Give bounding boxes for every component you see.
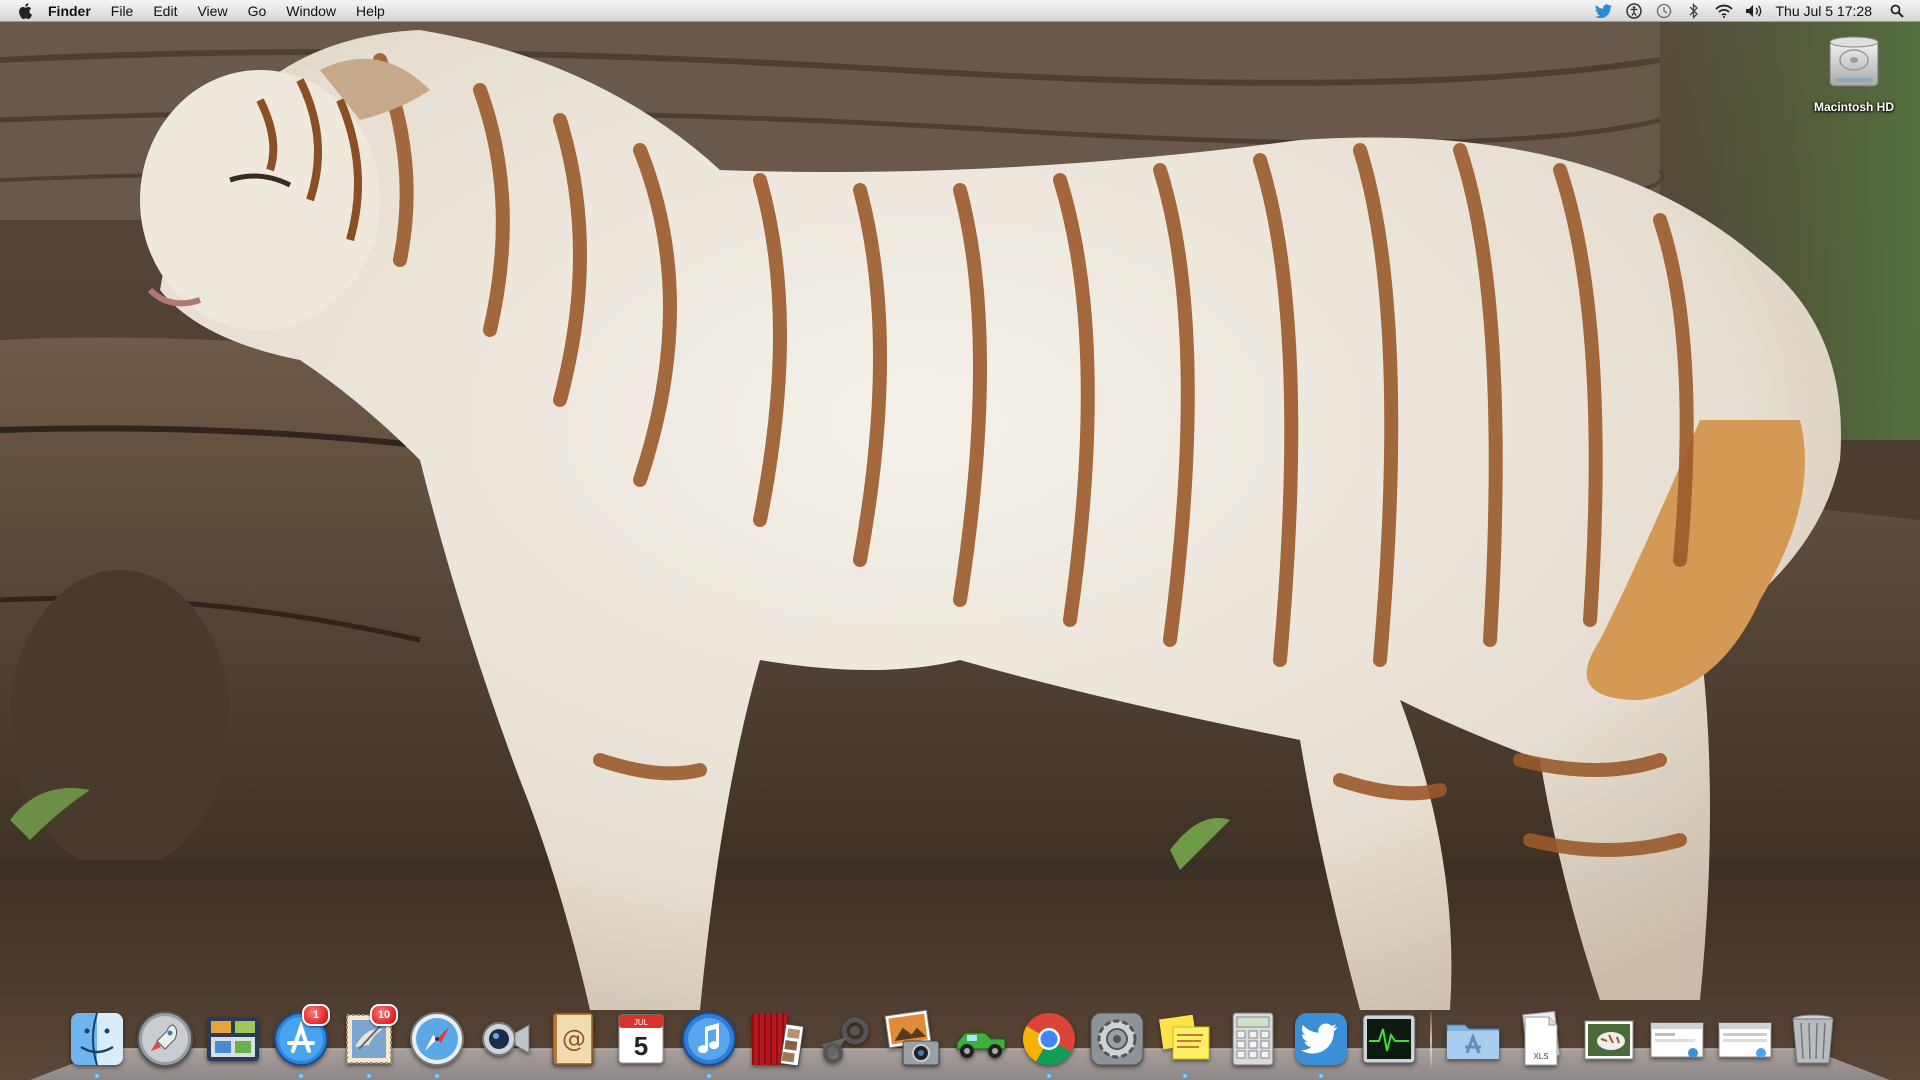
app-menu-finder[interactable]: Finder [46, 0, 101, 22]
apple-menu-icon[interactable] [14, 0, 36, 22]
dock-facetime[interactable] [474, 1008, 536, 1070]
dock-ical[interactable]: JUL 5 [610, 1008, 672, 1070]
finder-icon [71, 1012, 123, 1066]
image-stack-icon [1584, 1020, 1634, 1060]
document-type-label: XLS [1533, 1052, 1548, 1061]
dock-minimized-window-1[interactable] [1646, 1008, 1708, 1070]
hard-drive-icon [1829, 36, 1879, 87]
chrome-icon [1023, 1013, 1075, 1065]
twitter-icon[interactable] [1595, 2, 1613, 20]
menu-file[interactable]: File [101, 0, 144, 22]
activity-monitor-icon [1362, 1014, 1416, 1064]
gear-icon [1090, 1012, 1144, 1066]
desktop-icon-macintosh-hd[interactable]: Macintosh HD [1800, 30, 1908, 114]
mail-badge: 10 [370, 1004, 398, 1026]
calendar-month: JUL [634, 1018, 649, 1027]
dock-truck-game[interactable] [950, 1008, 1012, 1070]
desktop-icon-label: Macintosh HD [1813, 100, 1894, 114]
document-icon: XLS [1522, 1010, 1560, 1066]
app-store-badge: 1 [302, 1004, 330, 1026]
dock-mission-control[interactable] [202, 1008, 264, 1070]
calendar-icon: JUL 5 [618, 1014, 664, 1064]
running-indicator [366, 1073, 372, 1079]
dock-stickies[interactable] [1154, 1008, 1216, 1079]
truck-icon [956, 1032, 1006, 1058]
running-indicator [1182, 1073, 1188, 1079]
compass-icon [410, 1012, 464, 1066]
running-indicator [1046, 1073, 1052, 1079]
calendar-day: 5 [634, 1031, 648, 1061]
trash-icon [1792, 1014, 1834, 1064]
address-book-icon: @ [552, 1012, 594, 1066]
menu-window[interactable]: Window [276, 0, 346, 22]
dock-calculator[interactable] [1222, 1008, 1284, 1070]
time-machine-icon[interactable] [1655, 2, 1673, 20]
bluetooth-icon[interactable] [1685, 2, 1703, 20]
dock-twitter[interactable] [1290, 1008, 1352, 1079]
menu-help[interactable]: Help [346, 0, 395, 22]
menu-view[interactable]: View [187, 0, 237, 22]
dock: 1 10 @ JUL 5 XLS [66, 1000, 1856, 1079]
steam-icon [821, 1017, 869, 1063]
dock-app-store[interactable]: 1 [270, 1004, 332, 1079]
running-indicator [298, 1073, 304, 1079]
dock-applications-folder[interactable] [1442, 1008, 1504, 1070]
dock-system-preferences[interactable] [1086, 1008, 1148, 1070]
music-note-icon [682, 1012, 736, 1066]
svg-text:@: @ [562, 1025, 586, 1053]
running-indicator [706, 1073, 712, 1079]
menu-bar-clock[interactable]: Thu Jul 5 17:28 [1775, 3, 1872, 19]
window-thumbnail-icon [1650, 1022, 1704, 1058]
dock-trash[interactable] [1782, 1008, 1844, 1070]
dock-photo-booth[interactable] [746, 1008, 808, 1070]
dock-itunes[interactable] [678, 1008, 740, 1079]
spotlight-icon[interactable] [1888, 2, 1906, 20]
menu-go[interactable]: Go [238, 0, 277, 22]
dock-launchpad[interactable] [134, 1008, 196, 1070]
video-camera-icon [482, 1022, 530, 1056]
desktop-wallpaper [0, 0, 1920, 1080]
twitter-bird-icon [1295, 1013, 1347, 1065]
calculator-icon [1232, 1012, 1274, 1066]
menu-bar: Finder File Edit View Go Window Help Thu… [0, 0, 1920, 22]
window-thumbnail-icon [1718, 1022, 1772, 1058]
dock-address-book[interactable]: @ [542, 1008, 604, 1070]
mission-control-icon [207, 1017, 259, 1061]
dock-iphoto[interactable] [882, 1008, 944, 1070]
dock-steam[interactable] [814, 1008, 876, 1070]
photo-camera-icon [884, 1009, 940, 1066]
dock-mail[interactable]: 10 [338, 1004, 400, 1079]
dock-chrome[interactable] [1018, 1008, 1080, 1079]
running-indicator [1318, 1073, 1324, 1079]
running-indicator [94, 1073, 100, 1079]
wifi-icon[interactable] [1715, 2, 1734, 20]
dock-finder[interactable] [66, 1008, 128, 1079]
dock-separator [1430, 1012, 1432, 1068]
sticky-notes-icon [1159, 1014, 1210, 1060]
dock-document-stack[interactable]: XLS [1510, 1008, 1572, 1070]
folder-icon [1446, 1024, 1500, 1060]
accessibility-icon[interactable] [1625, 2, 1643, 20]
dock-image-stack[interactable] [1578, 1008, 1640, 1070]
photo-booth-icon [752, 1013, 805, 1067]
menu-edit[interactable]: Edit [143, 0, 187, 22]
dock-safari[interactable] [406, 1008, 468, 1079]
dock-activity-monitor[interactable] [1358, 1008, 1420, 1070]
tiger-wallpaper-image [0, 0, 1920, 1080]
rocket-icon [137, 1011, 193, 1067]
dock-minimized-window-2[interactable] [1714, 1008, 1776, 1070]
volume-icon[interactable] [1745, 2, 1763, 20]
running-indicator [434, 1073, 440, 1079]
